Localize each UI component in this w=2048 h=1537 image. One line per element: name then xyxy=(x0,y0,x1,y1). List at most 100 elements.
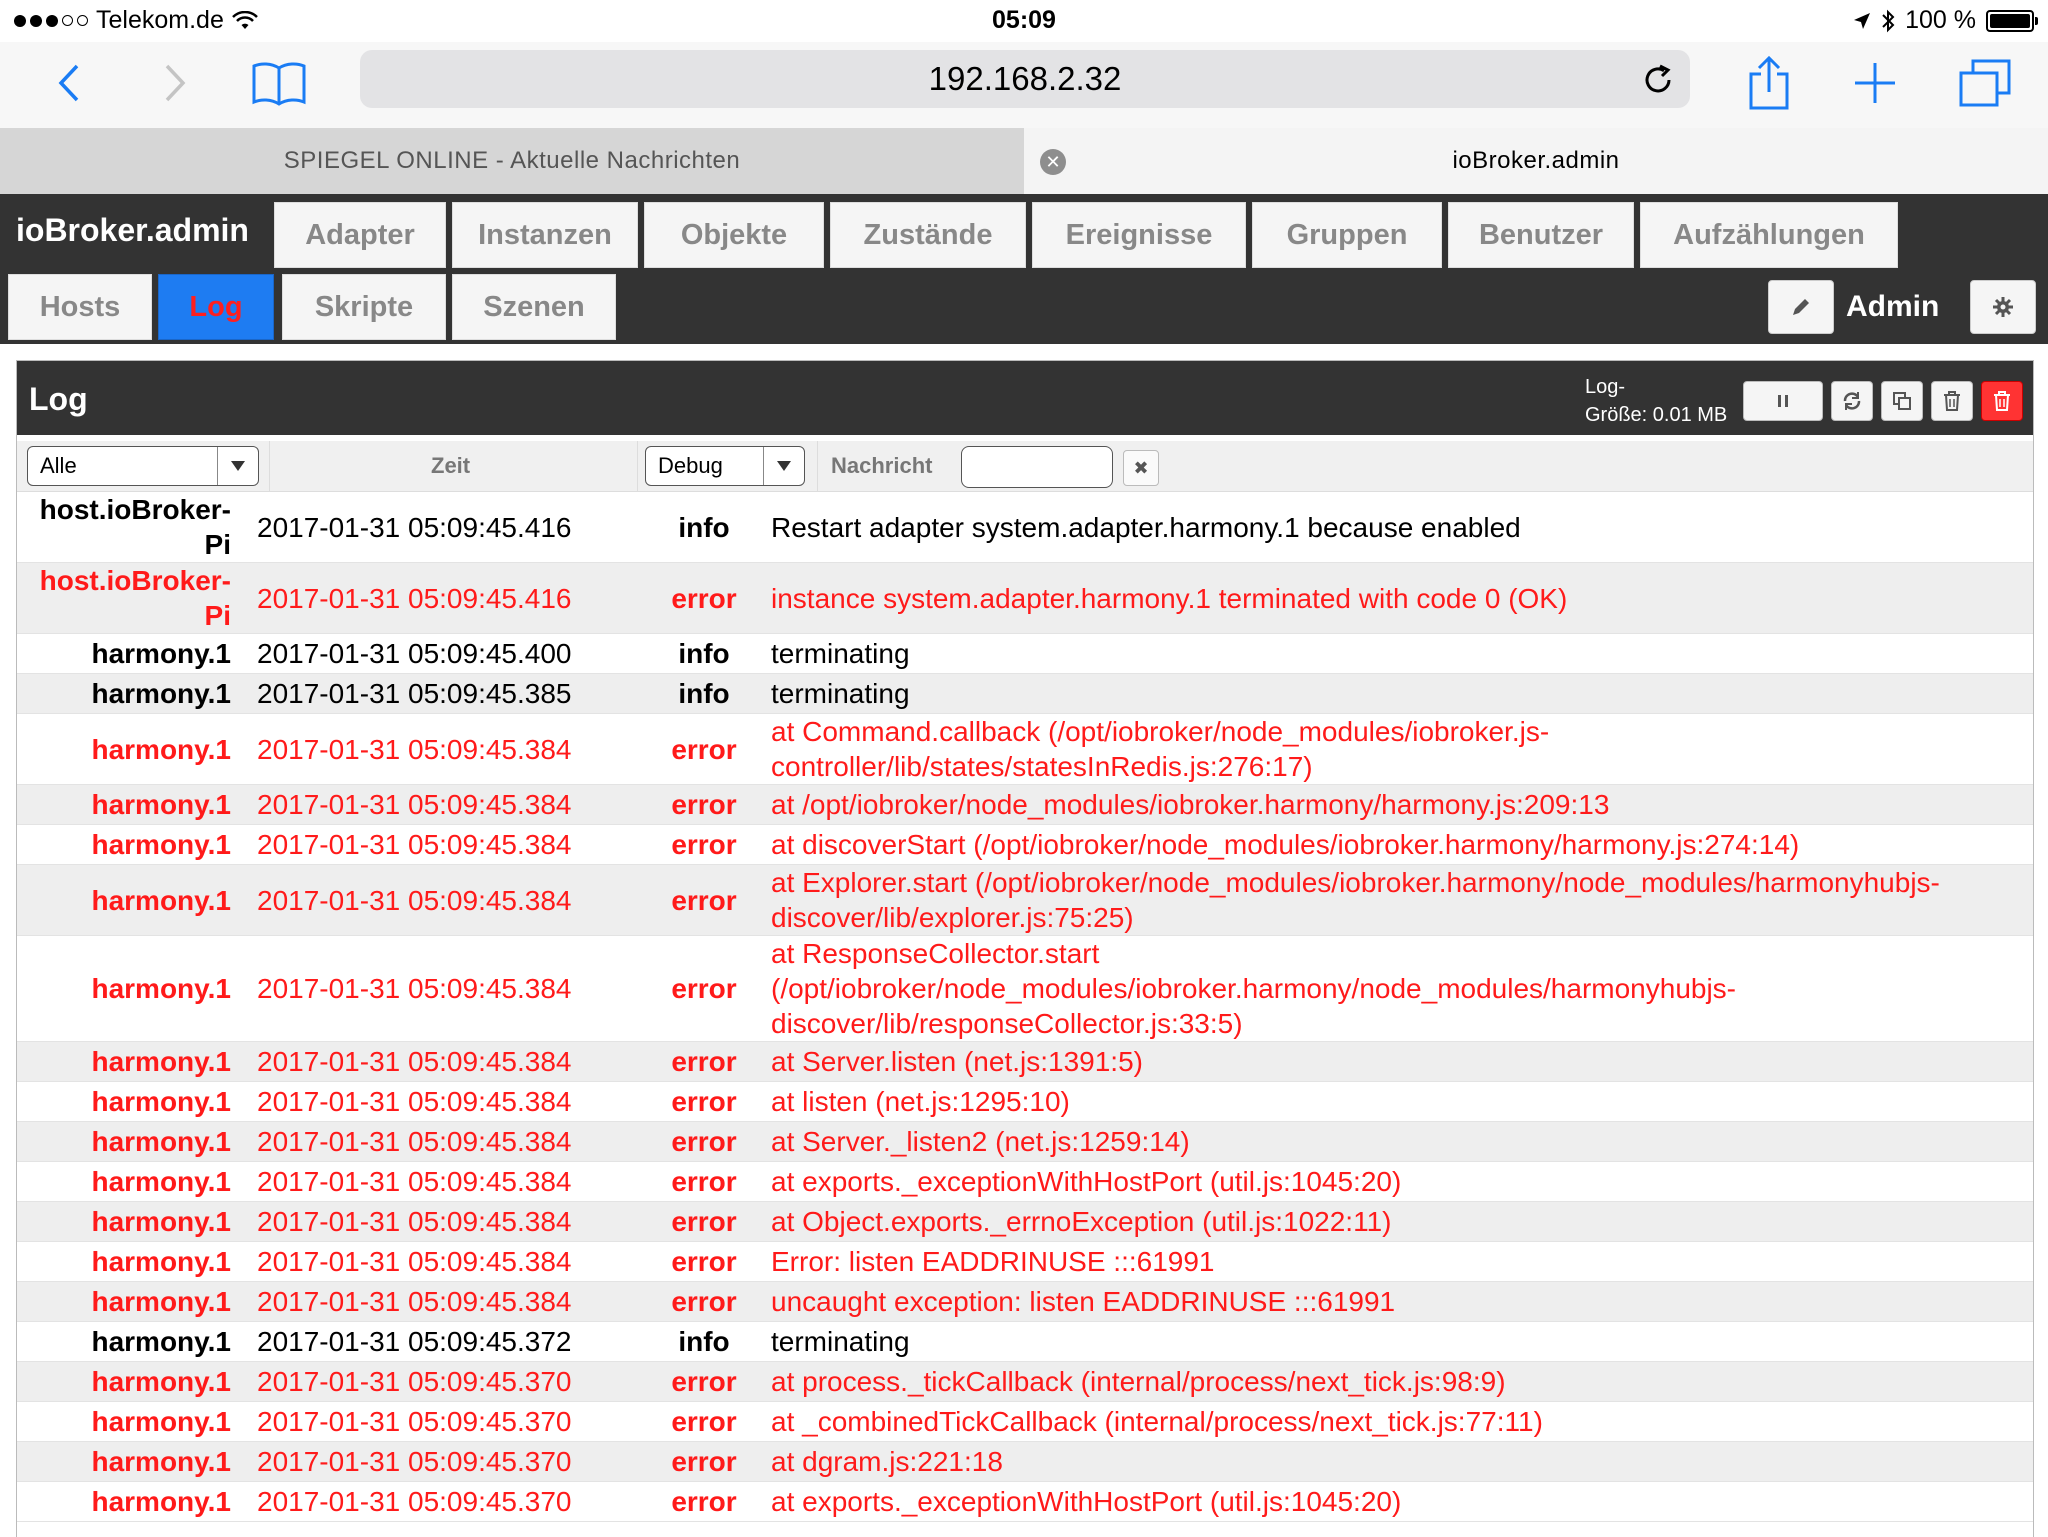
severity-filter-select[interactable]: Debug xyxy=(645,446,805,486)
log-source: harmony.1 xyxy=(91,884,231,916)
tab-skripte[interactable]: Skripte xyxy=(282,274,446,340)
app-header: ioBroker.admin Adapter Instanzen Objekte… xyxy=(0,194,2048,344)
tab-objekte[interactable]: Objekte xyxy=(644,202,824,268)
reload-button[interactable] xyxy=(1638,60,1678,100)
copy-button[interactable] xyxy=(1881,381,1923,421)
log-severity: error xyxy=(671,1486,737,1517)
trash-icon xyxy=(1944,391,1960,411)
log-severity: error xyxy=(671,1086,737,1117)
log-source: harmony.1 xyxy=(91,1326,231,1357)
severity-filter-value: Debug xyxy=(658,453,723,478)
back-icon xyxy=(58,64,79,102)
edit-user-button[interactable] xyxy=(1768,280,1834,334)
tabs-icon xyxy=(1959,59,2011,107)
log-size: Log- Größe: 0.01 MB xyxy=(1585,373,1727,429)
source-filter-select[interactable]: Alle xyxy=(27,446,259,486)
log-time: 2017-01-31 05:09:45.384 xyxy=(257,789,572,820)
share-icon xyxy=(1749,56,1789,110)
refresh-button[interactable] xyxy=(1831,381,1873,421)
log-severity: error xyxy=(671,1166,737,1197)
tab-label: Szenen xyxy=(483,290,585,323)
log-row: harmony.1 2017-01-31 05:09:45.384 error … xyxy=(17,1042,2033,1082)
tab-label: Log xyxy=(189,290,243,323)
log-severity: info xyxy=(678,1326,730,1357)
message-filter-input[interactable] xyxy=(961,446,1113,488)
chevron-down-icon xyxy=(763,447,804,485)
app-title: ioBroker.admin xyxy=(16,212,249,248)
chevron-down-icon xyxy=(217,447,258,485)
log-source: harmony.1 xyxy=(91,1406,231,1437)
tab-log[interactable]: Log xyxy=(158,274,274,340)
log-source: harmony.1 xyxy=(91,1246,231,1277)
settings-button[interactable] xyxy=(1970,280,2036,334)
tab-ereignisse[interactable]: Ereignisse xyxy=(1032,202,1246,268)
tab-label: Adapter xyxy=(305,218,415,251)
back-button[interactable] xyxy=(34,52,104,114)
log-severity: error xyxy=(671,829,737,860)
log-severity: info xyxy=(678,678,730,709)
log-filter-row: Alle Zeit Debug Nachricht ✖ xyxy=(17,441,2033,492)
log-severity: error xyxy=(671,1046,737,1077)
log-message: at dgram.js:221:18 xyxy=(771,1446,1003,1477)
tab-label: Benutzer xyxy=(1478,218,1604,251)
log-time: 2017-01-31 05:09:45.370 xyxy=(257,1366,572,1397)
clear-view-button[interactable] xyxy=(1931,381,1973,421)
log-row: harmony.1 2017-01-31 05:09:45.384 error … xyxy=(17,1242,2033,1282)
log-message: at ResponseCollector.start (/opt/iobroke… xyxy=(771,938,1737,1039)
status-bar: Telekom.de 05:09 100 % xyxy=(0,0,2048,42)
log-source: host.ioBroker-Pi xyxy=(39,494,231,560)
address-bar[interactable]: 192.168.2.32 xyxy=(360,50,1690,108)
tab-szenen[interactable]: Szenen xyxy=(452,274,616,340)
log-severity: info xyxy=(678,511,730,543)
tab-adapter[interactable]: Adapter xyxy=(274,202,446,268)
current-user: Admin xyxy=(1846,290,1940,323)
tab-instanzen[interactable]: Instanzen xyxy=(452,202,638,268)
tab-zustaende[interactable]: Zustände xyxy=(830,202,1026,268)
log-source: harmony.1 xyxy=(91,1486,231,1517)
close-tab-icon[interactable]: ✕ xyxy=(1040,149,1066,175)
pause-button[interactable] xyxy=(1743,381,1823,421)
log-message: at Command.callback (/opt/iobroker/node_… xyxy=(771,716,1550,782)
delete-log-button[interactable] xyxy=(1981,381,2023,421)
log-row: harmony.1 2017-01-31 05:09:45.384 error … xyxy=(17,1082,2033,1122)
log-message: at Server._listen2 (net.js:1259:14) xyxy=(771,1126,1190,1157)
browser-tab-iobroker[interactable]: ioBroker.admin xyxy=(1024,128,2048,194)
log-source: harmony.1 xyxy=(91,789,231,820)
url-text: 192.168.2.32 xyxy=(928,60,1122,97)
log-time: 2017-01-31 05:09:45.370 xyxy=(257,1486,572,1517)
tab-hosts[interactable]: Hosts xyxy=(8,274,152,340)
log-time: 2017-01-31 05:09:45.384 xyxy=(257,973,572,1004)
log-time: 2017-01-31 05:09:45.416 xyxy=(257,511,572,543)
log-time: 2017-01-31 05:09:45.384 xyxy=(257,1086,572,1117)
tabs-button[interactable] xyxy=(1950,52,2020,114)
bluetooth-icon xyxy=(1882,9,1895,32)
log-source: harmony.1 xyxy=(91,1206,231,1237)
log-source: harmony.1 xyxy=(91,1446,231,1477)
clear-filter-button[interactable]: ✖ xyxy=(1123,450,1159,486)
new-tab-button[interactable] xyxy=(1840,52,1910,114)
log-message: at listen (net.js:1295:10) xyxy=(771,1086,1070,1117)
forward-button[interactable] xyxy=(140,52,210,114)
log-severity: error xyxy=(671,1286,737,1317)
browser-tab-spiegel[interactable]: SPIEGEL ONLINE - Aktuelle Nachrichten xyxy=(0,128,1024,194)
copy-icon xyxy=(1893,392,1911,410)
location-icon xyxy=(1854,12,1871,29)
log-severity: info xyxy=(678,638,730,669)
plus-icon xyxy=(1855,63,1895,103)
tab-benutzer[interactable]: Benutzer xyxy=(1448,202,1634,268)
log-message: terminating xyxy=(771,638,910,669)
log-message: at Explorer.start (/opt/iobroker/node_mo… xyxy=(771,867,1940,933)
log-time: 2017-01-31 05:09:45.400 xyxy=(257,638,572,669)
bookmarks-button[interactable] xyxy=(244,52,314,114)
share-button[interactable] xyxy=(1734,52,1804,114)
log-time: 2017-01-31 05:09:45.384 xyxy=(257,884,572,916)
log-severity: error xyxy=(671,1206,737,1237)
log-source: harmony.1 xyxy=(91,678,231,709)
log-time: 2017-01-31 05:09:45.384 xyxy=(257,733,572,765)
tab-gruppen[interactable]: Gruppen xyxy=(1252,202,1442,268)
log-time: 2017-01-31 05:09:45.384 xyxy=(257,1166,572,1197)
gear-icon xyxy=(1993,297,2013,317)
log-message: at Object.exports._errnoException (util.… xyxy=(771,1206,1392,1237)
tab-aufzaehlungen[interactable]: Aufzählungen xyxy=(1640,202,1898,268)
column-divider xyxy=(637,441,638,491)
